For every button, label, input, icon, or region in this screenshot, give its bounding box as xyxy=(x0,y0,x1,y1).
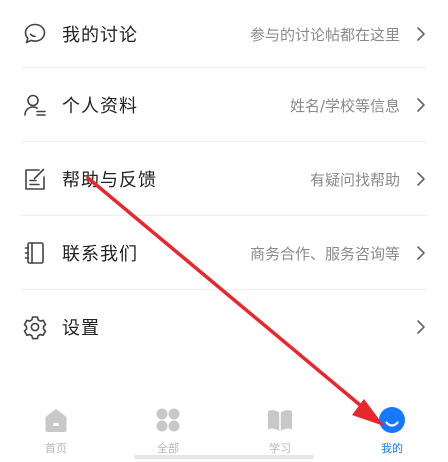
tab-label: 全部 xyxy=(157,442,179,455)
menu-item-description: 参与的讨论帖都在这里 xyxy=(249,25,400,44)
chevron-right-icon xyxy=(414,245,428,261)
gear-icon xyxy=(22,314,48,340)
menu-item-personal-info[interactable]: 个人资料 姓名/学校等信息 xyxy=(0,68,448,142)
profile-menu: 我的讨论 参与的讨论帖都在这里 个人资料 姓名/学校等信息 帮助与反馈 有疑问找… xyxy=(0,0,448,364)
menu-item-description: 有疑问找帮助 xyxy=(309,170,400,189)
menu-item-description: 商务合作、服务咨询等 xyxy=(249,244,400,263)
book-icon xyxy=(266,406,294,434)
bottom-tab-bar: 首页 全部 学习 我的 xyxy=(0,398,448,462)
chevron-right-icon xyxy=(414,97,428,113)
contact-book-icon xyxy=(22,240,48,266)
menu-item-label: 设置 xyxy=(62,318,100,339)
edit-note-icon xyxy=(22,166,48,192)
menu-item-settings[interactable]: 设置 xyxy=(0,290,448,364)
chevron-right-icon xyxy=(414,319,428,335)
chat-bubble-icon xyxy=(22,21,48,47)
tab-home[interactable]: 首页 xyxy=(0,398,112,462)
menu-item-label: 帮助与反馈 xyxy=(62,170,157,191)
home-icon xyxy=(42,406,70,434)
tab-study[interactable]: 学习 xyxy=(224,398,336,462)
menu-item-label: 个人资料 xyxy=(62,96,138,117)
tab-all[interactable]: 全部 xyxy=(112,398,224,462)
chevron-right-icon xyxy=(414,26,428,42)
tab-label: 学习 xyxy=(269,442,291,455)
tab-mine[interactable]: 我的 xyxy=(336,398,448,462)
menu-item-label: 我的讨论 xyxy=(62,25,138,46)
chevron-right-icon xyxy=(414,171,428,187)
menu-item-label: 联系我们 xyxy=(62,244,138,265)
menu-item-description: 姓名/学校等信息 xyxy=(289,96,400,115)
grid-icon xyxy=(154,406,182,434)
tab-label: 我的 xyxy=(381,442,403,455)
menu-item-contact-us[interactable]: 联系我们 商务合作、服务咨询等 xyxy=(0,216,448,290)
home-indicator[interactable] xyxy=(134,455,314,459)
person-icon xyxy=(22,92,48,118)
menu-item-my-discussions[interactable]: 我的讨论 参与的讨论帖都在这里 xyxy=(0,0,448,68)
menu-item-help-feedback[interactable]: 帮助与反馈 有疑问找帮助 xyxy=(0,142,448,216)
profile-icon xyxy=(378,406,406,434)
tab-label: 首页 xyxy=(45,442,67,455)
